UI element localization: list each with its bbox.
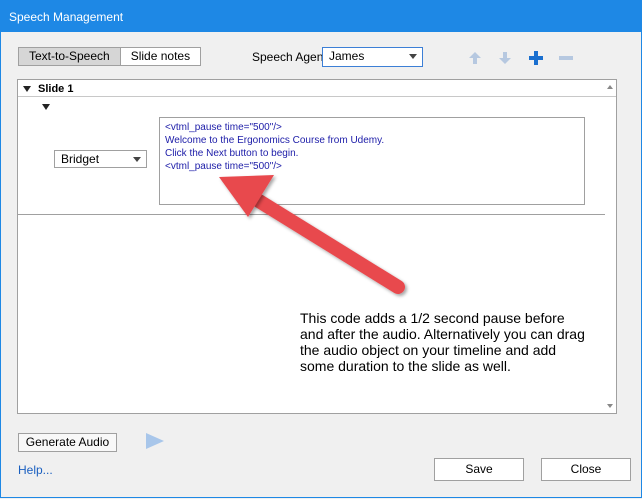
row-divider (18, 214, 605, 215)
slide-title: Slide 1 (38, 83, 74, 95)
add-icon[interactable] (528, 50, 544, 66)
scroll-down-icon[interactable] (607, 404, 613, 408)
chevron-down-icon (409, 54, 417, 59)
script-line: Click the Next button to begin. (165, 148, 299, 159)
remove-icon[interactable] (558, 50, 574, 66)
speaker-dropdown[interactable]: Bridget (54, 150, 147, 168)
expand-row-icon[interactable] (42, 104, 50, 110)
generate-audio-button[interactable]: Generate Audio (18, 433, 117, 452)
speaker-value: Bridget (61, 152, 100, 166)
tab-bar: Text-to-Speech Slide notes (18, 47, 202, 66)
script-line: <vtml_pause time="500"/> (165, 161, 282, 172)
script-line: Welcome to the Ergonomics Course from Ud… (165, 135, 385, 146)
move-down-icon[interactable] (497, 50, 513, 66)
save-button[interactable]: Save (434, 458, 524, 481)
speech-agent-label: Speech Agent (252, 50, 327, 64)
move-up-icon[interactable] (467, 50, 483, 66)
play-icon[interactable] (145, 432, 165, 450)
tab-text-to-speech[interactable]: Text-to-Speech (18, 47, 121, 66)
window-title: Speech Management (9, 10, 124, 24)
script-line: <vtml_pause time="500"/> (165, 122, 282, 133)
speech-agent-value: James (329, 49, 365, 63)
scroll-up-icon[interactable] (607, 85, 613, 89)
annotation-text: This code adds a 1/2 second pause before… (300, 310, 585, 374)
speech-management-window: Speech Management Text-to-Speech Slide n… (0, 0, 642, 498)
speech-agent-dropdown[interactable]: James (322, 47, 423, 67)
collapse-icon[interactable] (23, 86, 31, 92)
help-link[interactable]: Help... (18, 463, 53, 477)
slide-header[interactable]: Slide 1 (18, 80, 616, 97)
title-bar[interactable]: Speech Management (1, 1, 641, 32)
chevron-down-icon (133, 157, 141, 162)
speech-text-area[interactable]: <vtml_pause time="500"/> Welcome to the … (159, 117, 585, 205)
close-button[interactable]: Close (541, 458, 631, 481)
tab-slide-notes[interactable]: Slide notes (120, 47, 202, 66)
